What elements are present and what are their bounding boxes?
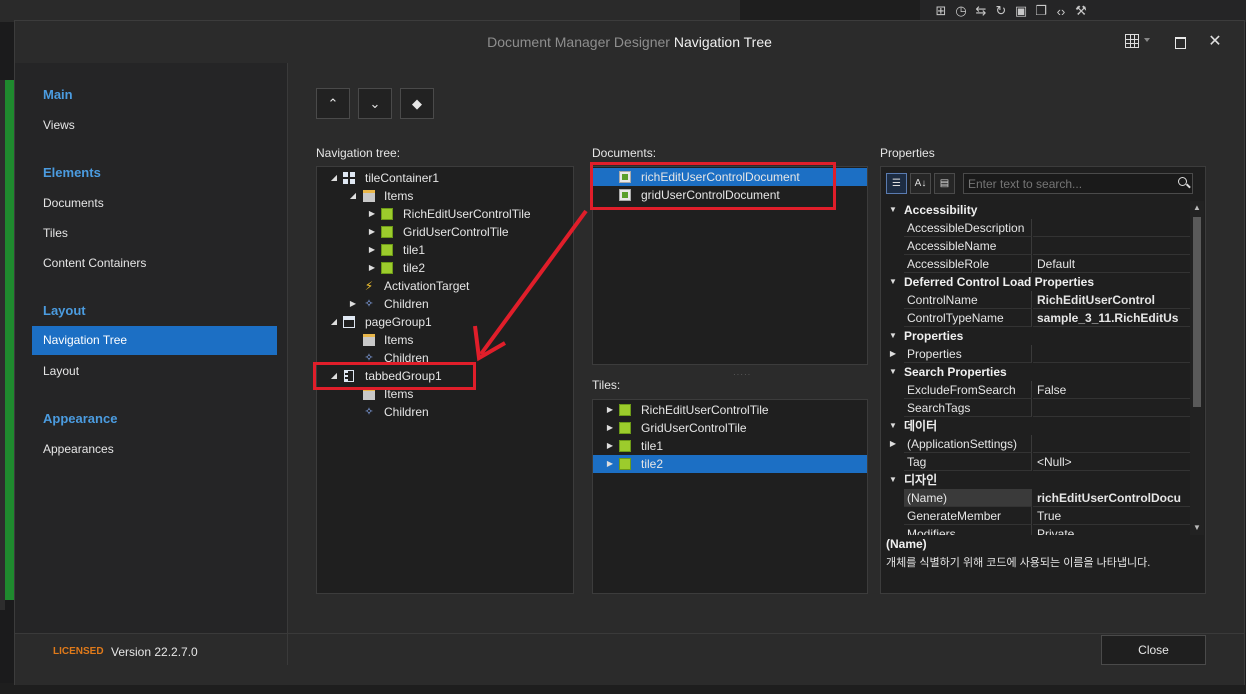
ide-tool-icon: ⊞ <box>935 3 947 18</box>
ide-tool-icon: ❐ <box>1035 3 1047 18</box>
ide-tool-icon: ▣ <box>1014 3 1028 18</box>
ide-tool-icon: ⇆ <box>975 3 987 18</box>
footer <box>15 633 1244 685</box>
designer-dialog: Document Manager Designer Navigation Tre… <box>14 20 1245 685</box>
footer-divider <box>287 633 288 665</box>
ide-clock-icon: ◷ <box>955 3 967 18</box>
background-ide-toolbar: ⊞ ◷ ⇆ ↻ ▣ ❐ ‹› ⚒ <box>920 0 1246 22</box>
ide-refresh-icon: ↻ <box>995 3 1007 18</box>
annotation-arrow <box>473 209 588 362</box>
background-left-edge <box>0 80 5 610</box>
ide-code-icon: ‹› <box>1056 3 1066 19</box>
licensed-badge: LICENSED <box>53 646 104 657</box>
close-button[interactable]: Close <box>1101 635 1206 665</box>
ide-wrench-icon: ⚒ <box>1075 3 1087 18</box>
version-text: Version 22.2.7.0 <box>111 645 198 659</box>
